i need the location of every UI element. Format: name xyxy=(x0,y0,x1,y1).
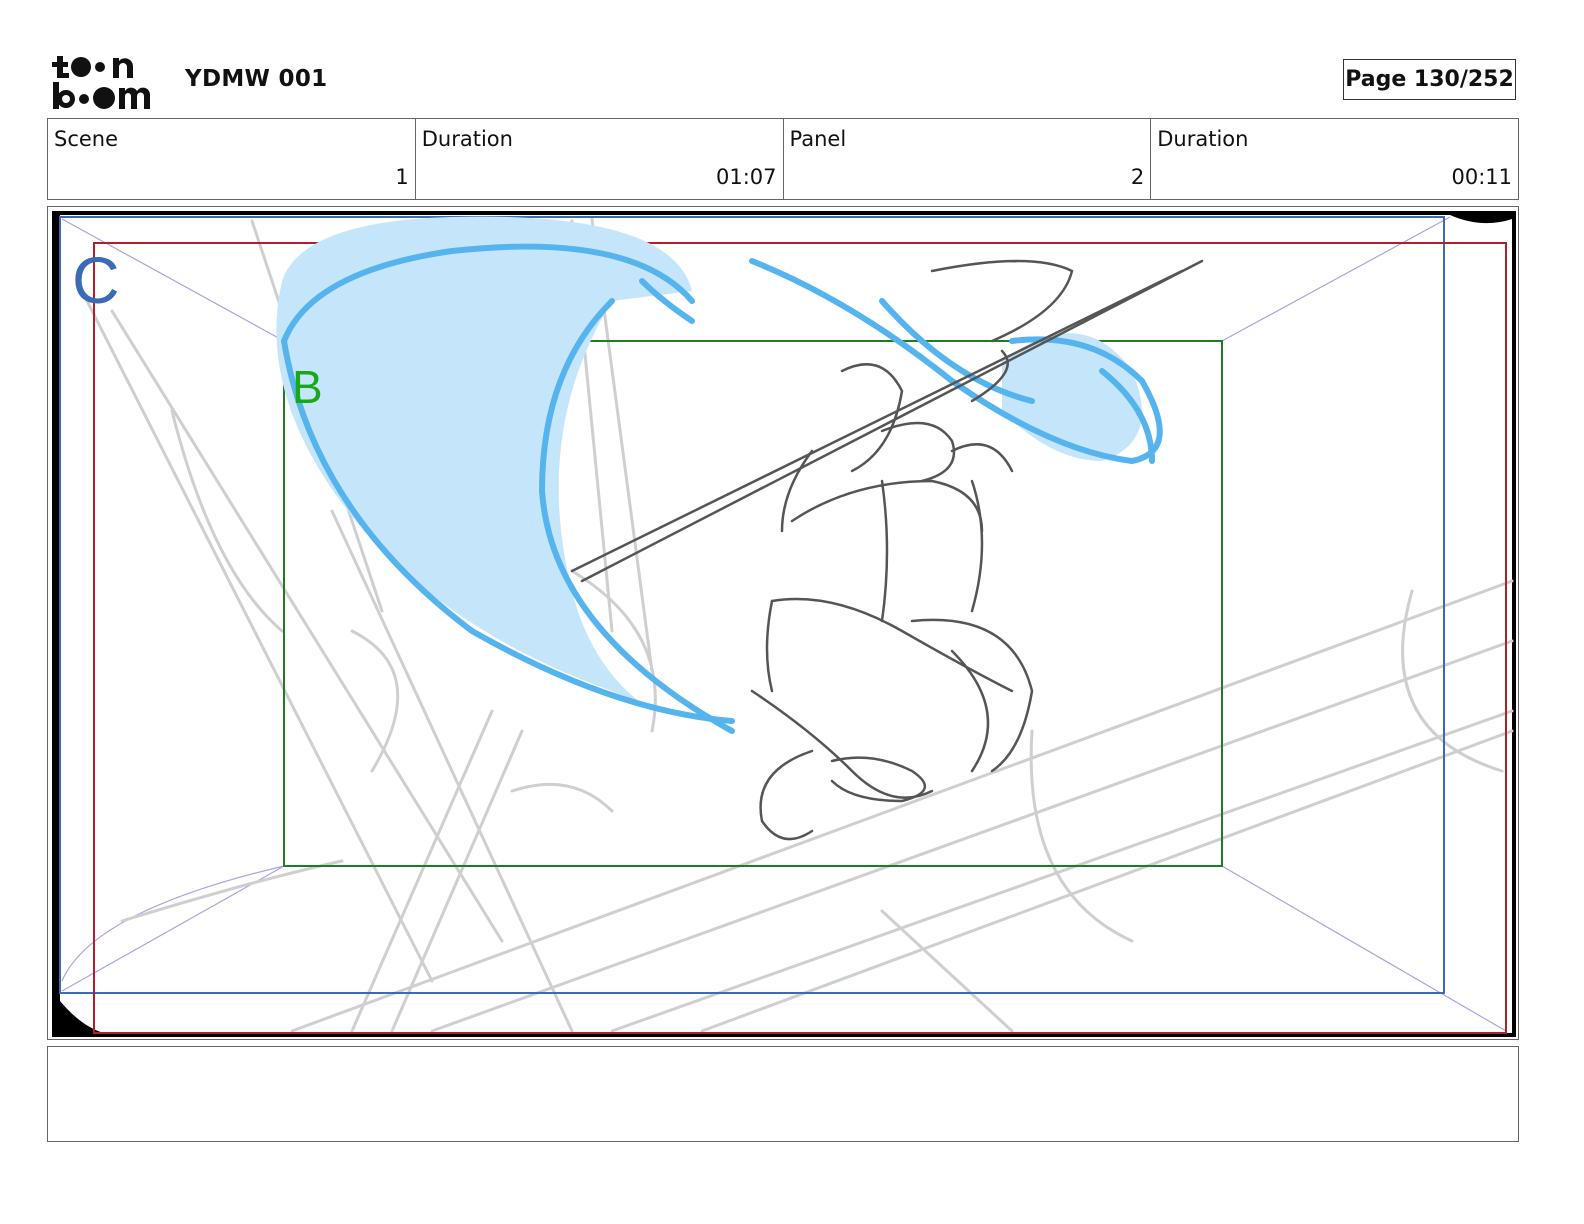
panel-duration-value: 00:11 xyxy=(1451,165,1512,189)
scene-value: 1 xyxy=(395,165,409,189)
scene-duration-cell: Duration 01:07 xyxy=(416,119,784,199)
scene-cell: Scene 1 xyxy=(48,119,416,199)
scene-duration-label: Duration xyxy=(421,127,513,151)
panel-cell: Panel 2 xyxy=(784,119,1152,199)
panel-label: Panel xyxy=(789,127,847,151)
panel-duration-label: Duration xyxy=(1157,127,1249,151)
camera-label-b: B xyxy=(292,361,323,413)
scene-duration-value: 01:07 xyxy=(715,165,777,189)
panel-duration-cell: Duration 00:11 xyxy=(1151,119,1518,199)
project-title: YDMW 001 xyxy=(185,66,328,92)
toon-boom-logo xyxy=(52,56,151,109)
storyboard-panel: C B xyxy=(47,206,1519,1040)
panel-value: 2 xyxy=(1130,165,1145,189)
scene-label: Scene xyxy=(54,127,119,151)
scene-info-row: Scene 1 Duration 01:07 Panel 2 Duration … xyxy=(47,118,1519,200)
camera-label-c: C xyxy=(72,243,120,317)
notes-box[interactable] xyxy=(47,1046,1519,1142)
page-indicator: Page 130/252 xyxy=(1343,59,1516,100)
panel-drawing: C B xyxy=(52,211,1516,1037)
